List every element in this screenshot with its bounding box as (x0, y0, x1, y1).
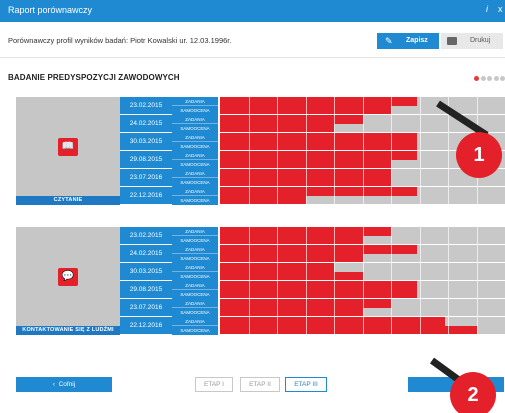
grid-line (419, 97, 421, 205)
self-assessment-label: SAMOOCENA (172, 326, 218, 335)
row-date: 30.03.2015 (120, 263, 172, 281)
row-date: 30.03.2015 (120, 133, 172, 151)
pagination-dot[interactable] (487, 76, 492, 81)
pagination-dot[interactable] (493, 76, 499, 81)
category-label: CZYTANIE (16, 196, 120, 205)
tasks-label: ZADANIA (172, 169, 218, 178)
self-assessment-label: SAMOOCENA (172, 106, 218, 115)
pencil-icon: ✎ (385, 36, 393, 46)
row-date: 22.12.2016 (120, 317, 172, 335)
row-date: 23.07.2016 (120, 299, 172, 317)
print-button[interactable]: Drukuj (441, 33, 503, 49)
tasks-label: ZADANIA (172, 187, 218, 196)
grid-line (334, 227, 335, 335)
self-assessment-label: SAMOOCENA (172, 236, 218, 245)
grid-line (362, 97, 364, 205)
self-assessment-label: SAMOOCENA (172, 142, 218, 151)
self-assessment-label: SAMOOCENA (172, 196, 218, 205)
title-bar: Raport porównawczy i x (0, 0, 505, 22)
self-assessment-label: SAMOOCENA (172, 254, 218, 263)
tasks-bar (220, 245, 417, 254)
save-label: Zapisz (406, 37, 428, 44)
tasks-bar (220, 115, 363, 124)
save-button[interactable]: ✎ Zapisz (377, 33, 439, 49)
tasks-label: ZADANIA (172, 281, 218, 290)
tasks-label: ZADANIA (172, 263, 218, 272)
row-date: 24.02.2015 (120, 115, 172, 133)
tasks-bar (220, 151, 417, 160)
close-icon[interactable]: x (498, 4, 503, 14)
tasks-bar (220, 187, 417, 196)
chat-icon: 💬 (58, 267, 78, 286)
tasks-bar (220, 97, 417, 106)
window-title: Raport porównawczy (8, 5, 93, 15)
back-button[interactable]: ‹ Cofnij (16, 377, 112, 392)
report-window: Raport porównawczy i x Porównawczy profi… (0, 0, 505, 413)
tasks-bar (220, 281, 417, 290)
self-assessment-label: SAMOOCENA (172, 178, 218, 187)
grid-line (277, 227, 278, 335)
row-date: 22.12.2016 (120, 187, 172, 205)
grid-line (391, 97, 392, 205)
self-assessment-label: SAMOOCENA (172, 308, 218, 317)
tasks-label: ZADANIA (172, 97, 218, 106)
tasks-label: ZADANIA (172, 115, 218, 124)
tasks-label: ZADANIA (172, 151, 218, 160)
pagination-dot[interactable] (500, 76, 505, 81)
chevron-left-icon: ‹ (52, 381, 55, 388)
grid-line (305, 97, 307, 205)
print-label: Drukuj (470, 37, 491, 44)
pagination-dot[interactable] (480, 76, 486, 81)
grid-line (248, 227, 250, 335)
info-icon[interactable]: i (486, 4, 488, 14)
row-date: 23.07.2016 (120, 169, 172, 187)
grid-line (334, 97, 335, 205)
callout-1-badge: 1 (456, 132, 502, 178)
book-icon: 📖 (58, 137, 78, 156)
pagination-dot[interactable] (474, 76, 479, 81)
tasks-label: ZADANIA (172, 133, 218, 142)
grid-line (448, 227, 449, 335)
row-date: 23.02.2015 (120, 97, 172, 115)
row-date: 29.08.2015 (120, 281, 172, 299)
stage-3-button[interactable]: ETAP III (285, 377, 327, 392)
row-date: 29.08.2015 (120, 151, 172, 169)
tasks-label: ZADANIA (172, 317, 218, 326)
tasks-label: ZADANIA (172, 227, 218, 236)
pagination-dots (474, 76, 505, 82)
grid-line (248, 97, 250, 205)
printer-icon (447, 37, 457, 45)
section-title: BADANIE PREDYSPOZYCJI ZAWODOWYCH (8, 73, 180, 82)
self-assessment-label: SAMOOCENA (172, 160, 218, 169)
grid-line (391, 227, 392, 335)
self-assessment-label: SAMOOCENA (172, 290, 218, 299)
tasks-bar (220, 133, 417, 142)
category-label: KONTAKTOWANIE SIĘ Z LUDŹMI (16, 326, 120, 335)
tasks-label: ZADANIA (172, 299, 218, 308)
self-assessment-label: SAMOOCENA (172, 272, 218, 281)
self-assessment-label: SAMOOCENA (172, 124, 218, 133)
tasks-label: ZADANIA (172, 245, 218, 254)
grid-line (476, 227, 478, 335)
grid-line (362, 227, 364, 335)
report-description: Porównawczy profil wyników badań: Piotr … (8, 36, 232, 45)
grid-line (305, 227, 307, 335)
back-label: Cofnij (58, 381, 76, 388)
grid-line (277, 97, 278, 205)
stage-2-button[interactable]: ETAP II (240, 377, 280, 392)
stage-1-button[interactable]: ETAP I (195, 377, 233, 392)
row-date: 23.02.2015 (120, 227, 172, 245)
callout-2-badge: 2 (450, 372, 496, 413)
row-date: 24.02.2015 (120, 245, 172, 263)
tasks-bar (220, 317, 445, 326)
grid-line (419, 227, 421, 335)
